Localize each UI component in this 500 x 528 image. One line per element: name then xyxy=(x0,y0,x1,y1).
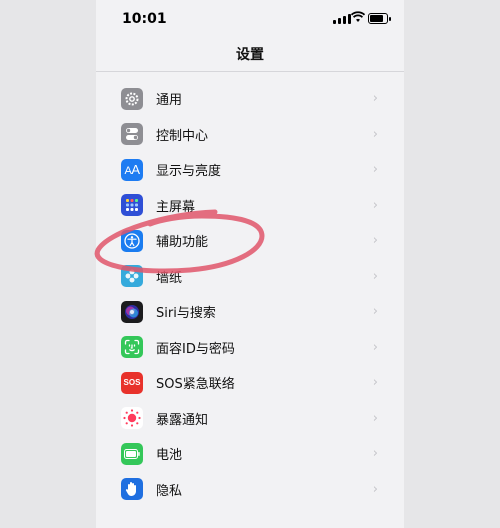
settings-row-battery[interactable]: 电池 › xyxy=(96,436,404,472)
settings-row-label: 主屏幕 xyxy=(156,199,196,215)
settings-row-label: 通用 xyxy=(156,93,183,109)
settings-row-wallpaper[interactable]: 墙纸 › xyxy=(96,259,404,295)
chevron-right-icon: › xyxy=(372,233,378,249)
sos-icon: SOS xyxy=(121,371,143,394)
home-grid-icon xyxy=(121,194,143,217)
chevron-right-icon: › xyxy=(372,162,378,178)
chevron-right-icon: › xyxy=(372,375,378,391)
settings-row-label: 控制中心 xyxy=(156,128,209,144)
siri-icon xyxy=(121,300,143,323)
photo-frame-right xyxy=(404,0,500,528)
settings-row-siri-search[interactable]: Siri与搜索 › xyxy=(96,294,404,330)
battery-icon xyxy=(121,442,143,465)
settings-row-label: SOS紧急联络 xyxy=(156,377,235,393)
settings-row-label: 墙纸 xyxy=(156,270,183,286)
chevron-right-icon: › xyxy=(372,410,378,426)
settings-row-label: 隐私 xyxy=(156,483,183,499)
settings-row-face-id-passcode[interactable]: 面容ID与密码 › xyxy=(96,330,404,366)
gear-icon xyxy=(121,87,143,110)
photo-frame-left xyxy=(0,0,96,528)
settings-row-general[interactable]: 通用 › xyxy=(96,81,404,117)
face-id-icon xyxy=(121,336,143,359)
battery-status-icon xyxy=(368,13,391,24)
flower-icon xyxy=(121,265,143,288)
settings-row-label: 显示与亮度 xyxy=(156,164,222,180)
accessibility-icon xyxy=(121,229,143,252)
page-title: 设置 xyxy=(236,47,264,63)
settings-list: 通用 › 控制中心 › AA 显示与亮度 › 主屏幕 › 辅助功能 › 墙纸 ›… xyxy=(96,81,404,507)
settings-row-privacy[interactable]: 隐私 › xyxy=(96,472,404,508)
status-bar: 10:01 xyxy=(96,0,404,40)
chevron-right-icon: › xyxy=(372,481,378,497)
chevron-right-icon: › xyxy=(372,446,378,462)
settings-screen: 10:01 设置 通用 › 控制中心 › AA 显示与亮度 › 主屏幕 › 辅助… xyxy=(96,0,404,528)
settings-row-emergency-sos[interactable]: SOS SOS紧急联络 › xyxy=(96,365,404,401)
text-size-icon: AA xyxy=(121,158,143,181)
settings-row-label: Siri与搜索 xyxy=(156,306,216,322)
settings-row-accessibility[interactable]: 辅助功能 › xyxy=(96,223,404,259)
chevron-right-icon: › xyxy=(372,197,378,213)
settings-row-control-center[interactable]: 控制中心 › xyxy=(96,117,404,153)
chevron-right-icon: › xyxy=(372,91,378,107)
hand-icon xyxy=(121,478,143,501)
chevron-right-icon: › xyxy=(372,126,378,142)
chevron-right-icon: › xyxy=(372,268,378,284)
chevron-right-icon: › xyxy=(372,339,378,355)
settings-row-exposure-notifications[interactable]: 暴露通知 › xyxy=(96,401,404,437)
settings-row-label: 暴露通知 xyxy=(156,412,209,428)
wifi-icon xyxy=(351,11,365,22)
settings-row-home-screen[interactable]: 主屏幕 › xyxy=(96,188,404,224)
settings-row-label: 电池 xyxy=(156,448,183,464)
settings-row-display-brightness[interactable]: AA 显示与亮度 › xyxy=(96,152,404,188)
nav-divider xyxy=(96,71,404,72)
settings-row-label: 辅助功能 xyxy=(156,235,209,251)
status-time: 10:01 xyxy=(122,11,167,27)
chevron-right-icon: › xyxy=(372,304,378,320)
exposure-icon xyxy=(121,407,143,430)
settings-row-label: 面容ID与密码 xyxy=(156,341,235,357)
cellular-signal-icon xyxy=(333,14,351,24)
toggles-icon xyxy=(121,123,143,146)
